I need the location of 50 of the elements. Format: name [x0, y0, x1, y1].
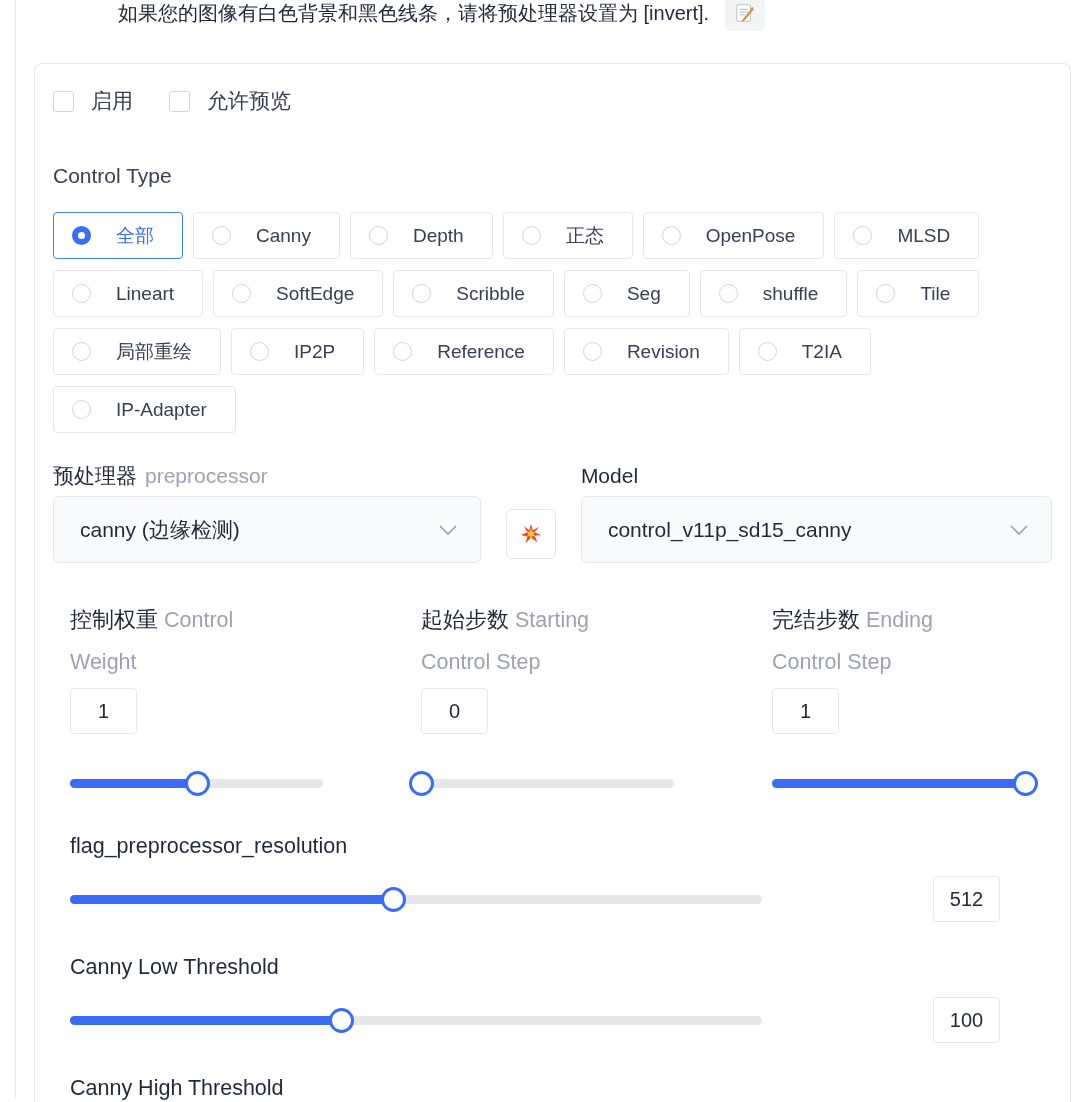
radio-option[interactable]: Canny: [193, 212, 340, 259]
checkbox-label: 启用: [91, 88, 133, 114]
radio-option[interactable]: 正态: [502, 212, 633, 259]
checkbox-label: 允许预览: [207, 88, 291, 114]
burst-icon: [520, 523, 543, 545]
slider-label: Canny Low Threshold: [70, 955, 280, 981]
radio-option[interactable]: T2IA: [738, 328, 871, 375]
radio-option[interactable]: Seg: [563, 270, 690, 317]
model-dropdown[interactable]: control_v11p_sd15_canny: [580, 496, 1052, 563]
section-label: Control Type: [53, 164, 173, 189]
radio-option[interactable]: MLSD: [834, 212, 980, 259]
radio-option[interactable]: IP-Adapter: [53, 386, 236, 433]
radio-option[interactable]: Scribble: [393, 270, 554, 317]
slider-label: 起始步数 Starting Control Step: [421, 607, 591, 676]
radio-option[interactable]: SoftEdge: [213, 270, 384, 317]
field-label: 预处理器: [53, 463, 137, 489]
chevron-down-icon: [1009, 523, 1029, 536]
checkbox[interactable]: [169, 90, 190, 112]
number-field[interactable]: 1: [70, 688, 137, 734]
number-field[interactable]: 1: [772, 688, 839, 734]
slider-thumb[interactable]: [409, 771, 434, 796]
run-preprocessor-button[interactable]: [506, 509, 557, 559]
slider-label: flag_preprocessor_resolution: [70, 834, 349, 860]
radio-option[interactable]: IP2P: [231, 328, 365, 375]
preprocessor-dropdown[interactable]: canny (边缘检测): [53, 496, 482, 563]
radio-option[interactable]: shuffle: [699, 270, 848, 317]
slider-thumb[interactable]: [329, 1007, 355, 1033]
field-hint: preprocessor: [145, 464, 268, 488]
slider-label: 控制权重 Control Weight: [70, 607, 235, 676]
radio-option[interactable]: Tile: [857, 270, 980, 317]
radio-option[interactable]: OpenPose: [642, 212, 825, 259]
number-field[interactable]: 512: [933, 876, 1000, 922]
slider-label: 完结步数 Ending Control Step: [772, 607, 934, 676]
slider-thumb[interactable]: [1013, 771, 1038, 796]
radio-option[interactable]: Depth: [349, 212, 493, 259]
number-field[interactable]: 100: [933, 997, 1000, 1043]
radio-option[interactable]: Reference: [374, 328, 554, 375]
radio-option[interactable]: 局部重绘: [53, 328, 221, 375]
memo-pencil-icon: [734, 2, 757, 24]
chevron-down-icon: [438, 523, 459, 536]
slider-label: Canny High Threshold: [70, 1076, 285, 1102]
slider-thumb[interactable]: [381, 886, 407, 912]
slider-thumb[interactable]: [184, 771, 210, 796]
radio-option[interactable]: Revision: [563, 328, 729, 375]
instruction-text: 如果您的图像有白色背景和黑色线条，请将预处理器设置为 [invert].: [118, 0, 710, 26]
checkbox[interactable]: [53, 90, 74, 112]
radio-option[interactable]: 全部: [53, 212, 183, 259]
field-label: Model: [580, 464, 639, 488]
radio-option[interactable]: Lineart: [53, 270, 204, 317]
number-field[interactable]: 0: [421, 688, 488, 734]
